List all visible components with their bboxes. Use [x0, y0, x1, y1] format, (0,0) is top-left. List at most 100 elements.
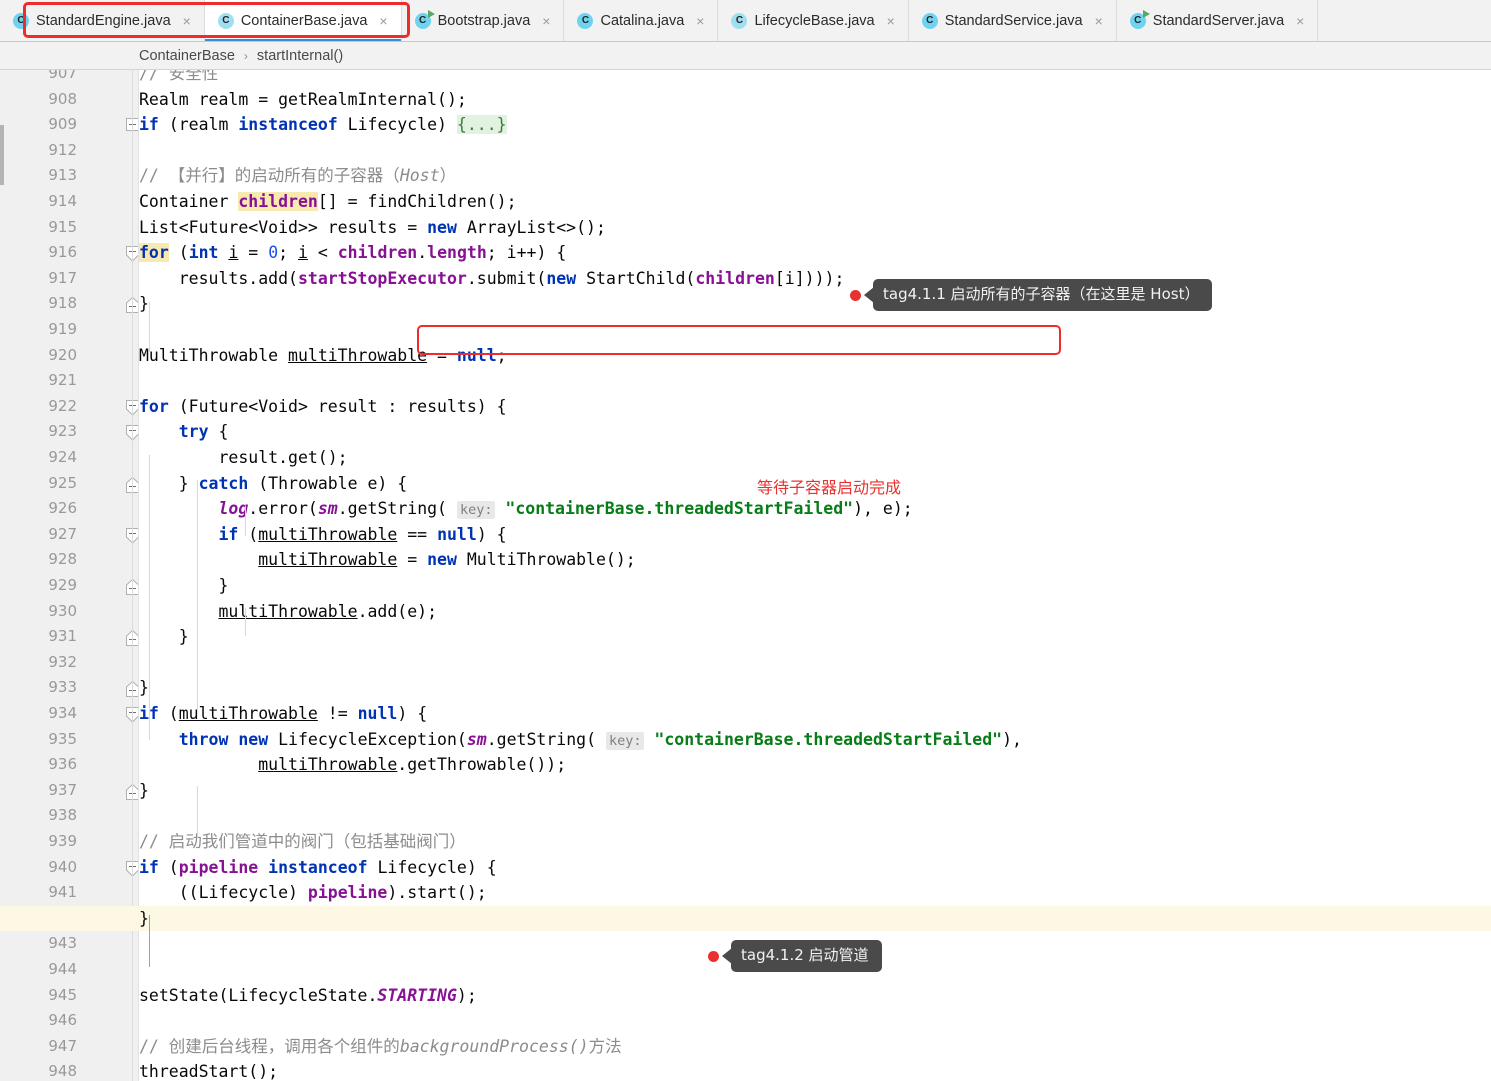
close-icon[interactable]: × — [1093, 12, 1105, 30]
line-number: 917 — [48, 268, 77, 287]
line-number: 923 — [48, 422, 77, 441]
code-line[interactable]: } — [139, 906, 1491, 932]
line-number: 914 — [48, 192, 77, 210]
line-number: 921 — [48, 371, 77, 390]
line-number: 909 — [48, 115, 77, 134]
code-line[interactable]: log.error(sm.getString( key: "containerB… — [139, 496, 1491, 522]
indent-guide — [149, 302, 150, 352]
code-line[interactable]: try { — [139, 419, 1491, 445]
chevron-right-icon: › — [243, 48, 248, 63]
java-class-icon: C — [731, 12, 748, 29]
close-icon[interactable]: × — [181, 12, 193, 30]
line-number: 934 — [48, 704, 77, 722]
editor-tab-catalina[interactable]: C Catalina.java × — [564, 0, 719, 41]
line-number: 936 — [48, 755, 77, 774]
code-line[interactable]: // 安全性 — [139, 70, 1491, 87]
code-line[interactable]: List<Future<Void>> results = new ArrayLi… — [139, 215, 1491, 241]
code-line[interactable] — [139, 317, 1491, 343]
code-line[interactable]: multiThrowable.getThrowable()); — [139, 752, 1491, 778]
code-line[interactable]: } — [139, 291, 1491, 317]
line-number: 925 — [48, 473, 77, 492]
callout-label: tag4.1.2 启动管道 — [731, 940, 882, 972]
close-icon[interactable]: × — [540, 12, 552, 30]
editor-tab-bar: C StandardEngine.java × C ContainerBase.… — [0, 0, 1491, 42]
code-line[interactable]: if (multiThrowable == null) { — [139, 522, 1491, 548]
line-number: 947 — [48, 1036, 77, 1055]
line-number: 945 — [48, 985, 77, 1004]
code-line[interactable]: results.add(startStopExecutor.submit(new… — [139, 266, 1491, 292]
code-line[interactable]: if (realm instanceof Lifecycle) {...} — [139, 112, 1491, 138]
close-icon[interactable]: × — [377, 12, 389, 30]
close-icon[interactable]: × — [694, 12, 706, 30]
editor-tab-lifecyclebase[interactable]: C LifecycleBase.java × — [718, 0, 909, 41]
line-number: 908 — [48, 89, 77, 108]
code-line[interactable]: multiThrowable.add(e); — [139, 599, 1491, 625]
code-line[interactable]: } — [139, 675, 1491, 701]
code-line[interactable]: } — [139, 624, 1491, 650]
code-line[interactable]: // 【并行】的启动所有的子容器（Host） — [139, 163, 1491, 189]
code-line[interactable]: MultiThrowable multiThrowable = null; — [139, 343, 1491, 369]
code-editor[interactable]: 907 908 909 912 913 914 915 916 917 918 919 920 921 9… — [0, 70, 1491, 1081]
code-line[interactable]: result.get(); — [139, 445, 1491, 471]
indent-guide — [197, 480, 198, 710]
code-line[interactable] — [139, 1008, 1491, 1034]
code-line[interactable]: if (pipeline instanceof Lifecycle) { — [139, 855, 1491, 881]
editor-tab-label: StandardEngine.java — [36, 12, 171, 29]
java-class-icon: C — [13, 12, 29, 29]
indent-guide — [245, 608, 246, 636]
code-line[interactable]: } — [139, 573, 1491, 599]
code-line[interactable]: for (Future<Void> result : results) { — [139, 394, 1491, 420]
editor-tab-label: ContainerBase.java — [240, 12, 368, 29]
code-line[interactable]: // 创建后台线程，调用各个组件的backgroundProcess()方法 — [139, 1034, 1491, 1060]
close-icon[interactable]: × — [1294, 12, 1306, 30]
code-line[interactable]: Realm realm = getRealmInternal(); — [139, 87, 1491, 113]
code-line[interactable]: } — [139, 778, 1491, 804]
breadcrumb-method[interactable]: startInternal() — [257, 48, 343, 64]
editor-tab-containerbase[interactable]: C ContainerBase.java × — [204, 0, 402, 41]
code-line[interactable]: threadStart(); — [139, 1059, 1491, 1081]
line-number: 926 — [48, 499, 77, 518]
line-number: 940 — [48, 857, 77, 876]
editor-tab-label: StandardServer.java — [1152, 12, 1285, 29]
editor-tab-label: LifecycleBase.java — [754, 12, 875, 29]
editor-tab-label: Catalina.java — [600, 12, 685, 29]
annotation-note-wait-children: 等待子容器启动完成 — [757, 478, 902, 497]
line-number: 927 — [48, 524, 77, 543]
line-number: 922 — [48, 396, 77, 415]
code-line[interactable] — [139, 138, 1491, 164]
editor-tab-bootstrap[interactable]: C Bootstrap.java × — [402, 0, 565, 41]
line-number: 912 — [48, 140, 77, 159]
line-number: 932 — [48, 652, 77, 671]
callout-label: tag4.1.1 启动所有的子容器（在这里是 Host） — [873, 279, 1213, 311]
code-line[interactable]: // 启动我们管道中的阀门（包括基础阀门） — [139, 829, 1491, 855]
code-line[interactable]: Container children[] = findChildren(); — [139, 189, 1491, 215]
line-number: 941 — [48, 883, 77, 902]
line-number: 913 — [48, 166, 77, 185]
java-class-runnable-icon: C — [1129, 9, 1150, 29]
code-line[interactable] — [139, 368, 1491, 394]
java-class-runnable-icon: C — [414, 9, 435, 29]
code-content[interactable]: // 安全性 Realm realm = getRealmInternal(); i… — [0, 70, 1491, 1081]
code-line[interactable] — [139, 803, 1491, 829]
line-number: 931 — [48, 627, 77, 646]
editor-tab-label: Bootstrap.java — [437, 12, 531, 29]
editor-tab-standardservice[interactable]: C StandardService.java × — [909, 0, 1117, 41]
code-line[interactable]: setState(LifecycleState.STARTING); — [139, 983, 1491, 1009]
java-class-icon: C — [217, 12, 234, 29]
callout-tag-4-1-1: tag4.1.1 启动所有的子容器（在这里是 Host） — [850, 279, 1213, 311]
code-line[interactable]: multiThrowable = new MultiThrowable(); — [139, 547, 1491, 573]
line-number: 924 — [48, 448, 77, 466]
line-number: 938 — [48, 806, 77, 825]
line-number: 935 — [48, 729, 77, 748]
breadcrumb-class[interactable]: ContainerBase — [139, 48, 235, 64]
code-line[interactable] — [139, 650, 1491, 676]
code-line[interactable]: ((Lifecycle) pipeline).start(); — [139, 880, 1491, 906]
line-number: 916 — [48, 243, 77, 262]
code-line[interactable]: if (multiThrowable != null) { — [139, 701, 1491, 727]
code-line[interactable]: throw new LifecycleException(sm.getStrin… — [139, 727, 1491, 753]
editor-tab-standardengine[interactable]: C StandardEngine.java × — [0, 0, 205, 41]
java-class-icon: C — [921, 12, 938, 29]
code-line[interactable]: for (int i = 0; i < children.length; i++… — [139, 240, 1491, 266]
editor-tab-standardserver[interactable]: C StandardServer.java × — [1117, 0, 1319, 41]
close-icon[interactable]: × — [885, 12, 897, 30]
